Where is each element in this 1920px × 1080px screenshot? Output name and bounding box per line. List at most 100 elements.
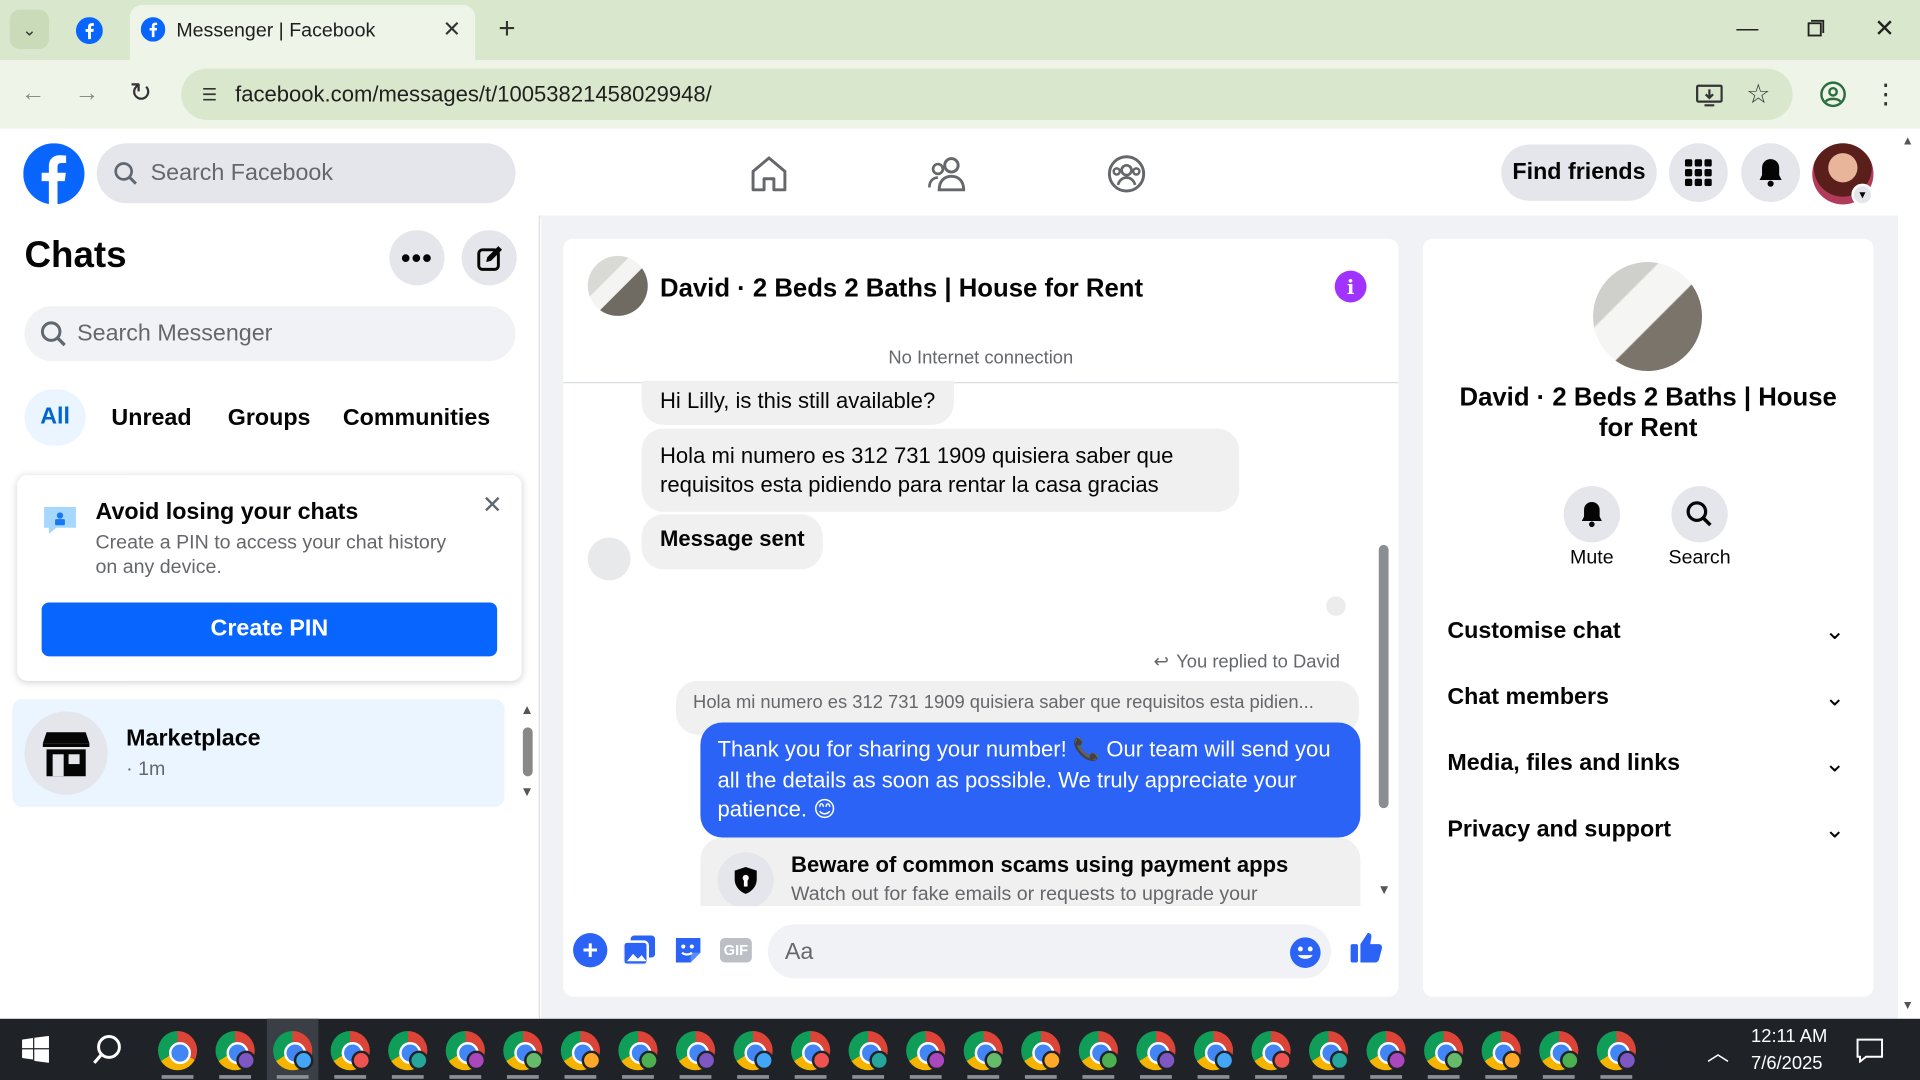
start-button[interactable] xyxy=(15,1029,57,1071)
taskbar-chrome-window[interactable] xyxy=(266,1018,319,1080)
message-input[interactable]: Aa xyxy=(767,924,1332,979)
chat-list-item-marketplace[interactable]: Marketplace · 1m xyxy=(12,699,505,807)
sticker-button[interactable] xyxy=(671,933,705,967)
taskbar-chrome-window[interactable] xyxy=(670,1019,721,1080)
nav-friends-button[interactable] xyxy=(909,144,987,203)
tab-close-icon[interactable]: ✕ xyxy=(438,16,465,43)
clock-time[interactable]: 12:11 AM xyxy=(1751,1026,1827,1047)
messages-scrollbar[interactable]: ▼ xyxy=(1374,383,1394,910)
section-label: Privacy and support xyxy=(1447,816,1672,843)
taskbar-chrome-window[interactable] xyxy=(1303,1019,1354,1080)
facebook-logo-icon[interactable] xyxy=(23,143,85,205)
taskbar-chrome-window[interactable] xyxy=(324,1019,375,1080)
menu-grid-button[interactable] xyxy=(1668,143,1728,203)
minimize-button[interactable]: — xyxy=(1729,10,1766,47)
taskbar-chrome-window[interactable] xyxy=(1533,1019,1584,1080)
reload-button[interactable]: ↻ xyxy=(122,75,159,112)
facebook-search-box[interactable]: Search Facebook xyxy=(96,143,516,204)
conversation-title[interactable]: David · 2 Beds 2 Baths | House for Rent xyxy=(660,274,1143,303)
nav-home-button[interactable] xyxy=(730,144,808,203)
new-message-button[interactable] xyxy=(461,230,517,286)
browser-menu-icon[interactable]: ⋮ xyxy=(1869,76,1903,113)
taskbar-chrome-window[interactable] xyxy=(1591,1019,1642,1080)
taskbar-chrome-window[interactable] xyxy=(440,1019,491,1080)
info-card: David · 2 Beds 2 Baths | House for Rent … xyxy=(1422,238,1874,997)
filter-all[interactable]: All xyxy=(24,389,86,446)
scroll-down-arrow-icon[interactable]: ▼ xyxy=(520,785,533,800)
taskbar-chrome-window[interactable] xyxy=(555,1019,606,1080)
browser-tab-active[interactable]: Messenger | Facebook ✕ xyxy=(129,4,476,61)
chat-options-button[interactable]: ••• xyxy=(389,230,445,286)
taskbar-chrome-window[interactable] xyxy=(1188,1019,1239,1080)
mute-button[interactable] xyxy=(1563,486,1621,543)
taskbar-chrome-window[interactable] xyxy=(497,1019,548,1080)
taskbar-chrome-window[interactable] xyxy=(612,1019,663,1080)
profile-badge-icon xyxy=(1099,1050,1120,1071)
profile-icon[interactable] xyxy=(1815,76,1852,113)
nav-groups-button[interactable] xyxy=(1087,144,1165,203)
install-app-icon[interactable] xyxy=(1692,78,1726,112)
taskbar-chrome-window[interactable] xyxy=(1245,1019,1296,1080)
info-button[interactable]: i xyxy=(1334,270,1367,303)
site-info-icon[interactable]: ☰ xyxy=(193,78,225,110)
tray-chevron-icon[interactable]: ︿ xyxy=(1707,1036,1729,1068)
taskbar-chrome-window[interactable] xyxy=(1418,1019,1469,1080)
taskbar-chrome-window[interactable] xyxy=(209,1019,260,1080)
scroll-up-arrow-icon[interactable]: ▲ xyxy=(1902,135,1914,148)
gif-button[interactable]: GIF xyxy=(719,933,753,967)
info-avatar[interactable] xyxy=(1593,262,1703,372)
section-chat-members[interactable]: Chat members ⌄ xyxy=(1445,675,1854,724)
more-actions-button[interactable]: + xyxy=(573,933,608,968)
taskbar-chrome-window[interactable] xyxy=(1476,1019,1527,1080)
section-media-files-links[interactable]: Media, files and links ⌄ xyxy=(1445,741,1854,790)
section-customise-chat[interactable]: Customise chat ⌄ xyxy=(1445,609,1854,658)
pinned-tab-facebook[interactable] xyxy=(71,12,108,49)
notification-center-button[interactable] xyxy=(1851,1033,1888,1067)
messenger-search-box[interactable]: Search Messenger xyxy=(24,306,516,362)
tab-search-button[interactable]: ⌄ xyxy=(9,9,49,49)
conversation-area: David · 2 Beds 2 Baths | House for Rent … xyxy=(541,215,1421,1019)
page-scrollbar[interactable]: ▲ ▼ xyxy=(1897,129,1920,1019)
address-bar[interactable]: ☰ facebook.com/messages/t/10053821458029… xyxy=(181,68,1793,121)
scroll-up-arrow-icon[interactable]: ▲ xyxy=(520,703,533,718)
taskbar-chrome-window[interactable] xyxy=(842,1019,893,1080)
section-privacy-support[interactable]: Privacy and support ⌄ xyxy=(1445,807,1854,856)
taskbar-chrome-window[interactable] xyxy=(900,1019,951,1080)
taskbar-chrome-window[interactable] xyxy=(152,1019,203,1080)
taskbar-chrome-window[interactable] xyxy=(727,1019,778,1080)
clock-date[interactable]: 7/6/2025 xyxy=(1751,1053,1822,1074)
bookmark-star-icon[interactable]: ☆ xyxy=(1741,77,1775,111)
taskbar-search-button[interactable] xyxy=(86,1029,130,1071)
find-friends-button[interactable]: Find friends xyxy=(1501,144,1657,201)
scroll-down-arrow-icon[interactable]: ▼ xyxy=(1378,883,1391,898)
close-icon[interactable]: ✕ xyxy=(478,490,507,519)
taskbar-chrome-window[interactable] xyxy=(1015,1019,1066,1080)
scroll-thumb[interactable] xyxy=(1378,544,1389,809)
emoji-button[interactable] xyxy=(1288,936,1322,970)
search-conversation-button[interactable] xyxy=(1671,486,1728,543)
scroll-thumb[interactable] xyxy=(522,727,533,777)
close-window-button[interactable]: ✕ xyxy=(1866,10,1903,47)
attach-photo-button[interactable] xyxy=(622,933,656,967)
filter-communities[interactable]: Communities xyxy=(343,405,490,432)
taskbar-chrome-window[interactable] xyxy=(382,1019,433,1080)
account-chevron-icon[interactable]: ▾ xyxy=(1851,183,1874,206)
taskbar-chrome-window[interactable] xyxy=(1360,1019,1411,1080)
back-button[interactable]: ← xyxy=(15,75,52,112)
like-button[interactable] xyxy=(1347,928,1386,967)
notifications-button[interactable] xyxy=(1741,143,1801,203)
taskbar-chrome-window[interactable] xyxy=(1130,1019,1181,1080)
forward-button[interactable]: → xyxy=(69,75,106,112)
filter-unread[interactable]: Unread xyxy=(111,405,191,432)
taskbar-chrome-window[interactable] xyxy=(785,1019,836,1080)
restore-button[interactable] xyxy=(1798,10,1835,47)
filter-all-label: All xyxy=(40,404,70,430)
scroll-down-arrow-icon[interactable]: ▼ xyxy=(1902,999,1914,1012)
filter-groups[interactable]: Groups xyxy=(228,405,311,432)
new-tab-button[interactable]: + xyxy=(490,12,524,46)
conversation-avatar[interactable] xyxy=(587,255,648,316)
taskbar-chrome-window[interactable] xyxy=(958,1019,1009,1080)
chat-list-scrollbar[interactable]: ▲ ▼ xyxy=(519,703,536,803)
create-pin-button[interactable]: Create PIN xyxy=(41,602,498,657)
taskbar-chrome-window[interactable] xyxy=(1073,1019,1124,1080)
